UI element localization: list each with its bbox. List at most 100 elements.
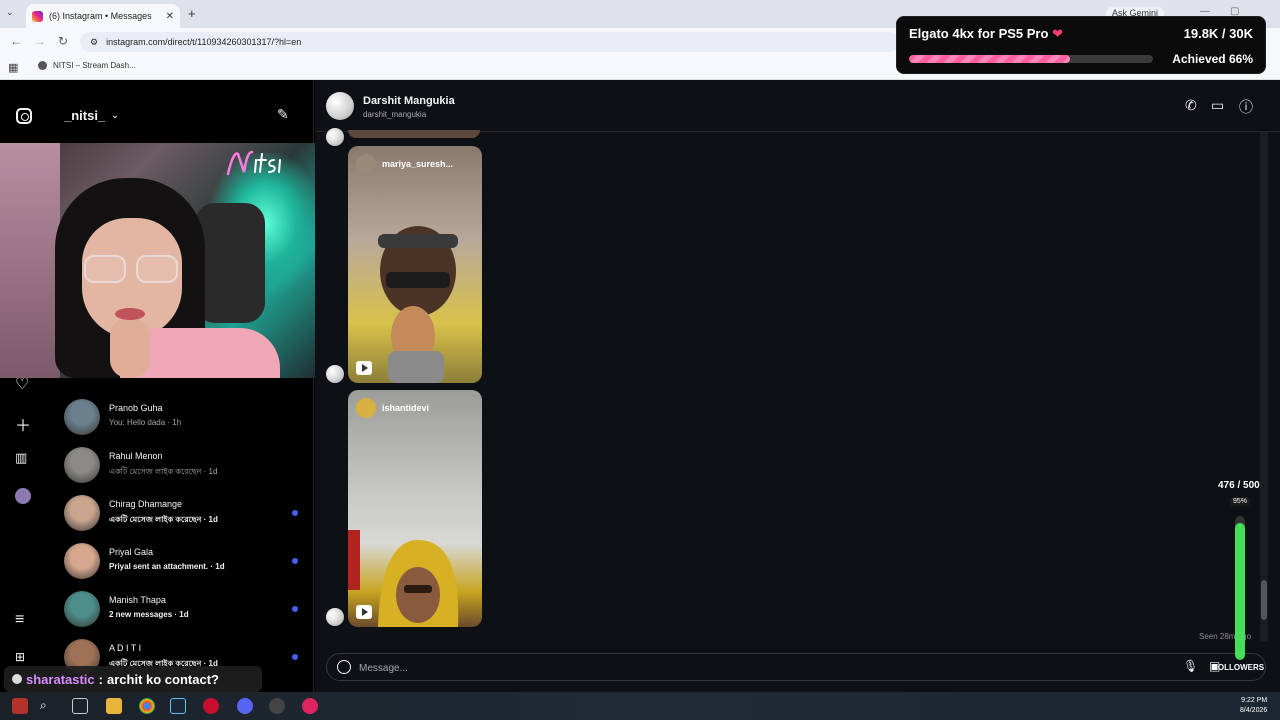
conversation-row[interactable]: Pranob Guha You: Hello dada · 1h [64,397,304,437]
video-call-icon[interactable]: ▭ [1211,97,1224,114]
tab-search-icon[interactable]: ⌄ [6,7,20,21]
windows-taskbar [0,692,1280,720]
contact-name: Manish Thapa [109,595,166,605]
tab-instagram[interactable]: (6) Instagram • Messages ✕ [26,4,180,28]
reel-header: ishantidevi [356,398,429,418]
site-info-icon[interactable]: ⚙ [90,37,98,48]
chat-header [315,80,1280,132]
bookmark-nitsi[interactable]: NITSI – Stream Dash... [38,61,136,70]
message-preview: একটি মেসেজ লাইক করেছেন · 1d [109,467,218,476]
audio-call-icon[interactable]: ✆ [1185,97,1197,114]
streamer-app-icon[interactable] [12,698,28,714]
contact-avatar [64,495,100,531]
message-preview: You: Hello dada · 1h [109,418,182,427]
goal-count: 19.8K / 30K [1183,26,1253,41]
scrollbar-thumb[interactable] [1261,580,1267,620]
profile-avatar[interactable] [15,488,31,504]
chat-contact-avatar[interactable] [326,92,354,120]
steam-icon[interactable] [170,698,186,714]
message-composer: 🎙 ▣ [326,653,1266,681]
clock-time: 9:22 PM [1241,697,1268,704]
message-preview: 2 new messages · 1d [109,610,189,619]
contact-name: Priyal Gala [109,547,154,557]
reel-author-avatar [356,154,376,174]
sender-avatar [326,128,344,146]
globe-icon [38,61,47,70]
new-message-icon[interactable]: ✎ [277,106,289,123]
chat-scrollbar[interactable] [1260,132,1268,642]
message-preview: Priyal sent an attachment. · 1d [109,562,225,571]
create-plus-icon[interactable]: ＋ [15,412,31,436]
opera-icon[interactable] [203,698,219,714]
contact-name: Chirag Dhamange [109,499,183,509]
shared-reel[interactable]: ishantidevi [348,390,482,627]
url-field[interactable]: ⚙ instagram.com/direct/t/110934260301317… [80,32,900,52]
webcam-hand [110,318,150,378]
chat-badge-icon [12,674,22,684]
followers-label: FOLLOWERS [1213,663,1265,672]
webcam-chair [195,203,265,323]
chat-separator: : [98,671,103,687]
conversation-info-icon[interactable]: ⓘ [1239,97,1253,117]
goal-title: Elgato 4kx for PS5 Pro [909,26,1049,41]
chat-contact-username: darshit_mangukia [363,110,427,119]
search-icon[interactable]: ⌕ [40,698,56,714]
system-clock[interactable]: 9:22 PM 8/4/2026 [1240,696,1267,716]
webcam-background [0,143,60,378]
instagram-favicon-icon [32,10,43,22]
stream-chat-message: sharatastic : archit ko contact? [4,666,262,692]
obs-icon[interactable] [269,698,285,714]
followers-percent: 95% [1230,497,1251,506]
reel-thumbnail [378,226,458,383]
goal-title-row: Elgato 4kx for PS5 Pro ❤ [909,26,1063,42]
contact-avatar [64,447,100,483]
chat-text: archit ko contact? [107,671,219,687]
reel-header: mariya_suresh... [356,154,453,174]
webcam-lips [115,308,145,320]
new-tab-button[interactable]: + [188,6,196,21]
previous-reel-edge[interactable] [348,130,480,138]
discord-icon[interactable] [237,698,253,714]
also-from-meta-icon[interactable]: ⊞ [15,650,25,664]
chrome-icon[interactable] [139,698,155,714]
task-view-icon[interactable] [72,698,88,714]
clock-date: 8/4/2026 [1240,707,1268,714]
goal-progress-fill [909,55,1071,63]
sender-avatar [326,365,344,383]
conversation-row[interactable]: Chirag Dhamange একটি মেসেজ লাইক করেছেন · … [64,493,304,533]
unread-dot [292,558,298,564]
dashboard-icon[interactable]: ▥ [15,450,27,466]
contact-name: Pranob Guha [109,403,163,413]
streamlabs-icon[interactable] [302,698,318,714]
shared-reel[interactable]: mariya_suresh... [348,146,482,383]
unread-dot [292,654,298,660]
tab-close-icon[interactable]: ✕ [166,11,174,22]
contact-avatar [64,399,100,435]
message-input[interactable] [359,658,1159,678]
nitsi-neon-logo [226,150,281,176]
reel-play-icon [356,605,372,619]
followers-progress-bar [1235,516,1245,660]
chat-username: sharatastic [26,671,95,687]
chat-contact-name[interactable]: Darshit Mangukia [363,95,455,107]
donation-goal-overlay: Elgato 4kx for PS5 Pro ❤ 19.8K / 30K Ach… [896,16,1266,74]
instagram-logo-icon[interactable] [16,108,32,124]
reel-author-name: mariya_suresh... [382,159,454,169]
reel-play-icon [356,361,372,375]
apps-grid-icon[interactable]: ▦ [8,61,18,74]
account-switcher[interactable]: _nitsi_ ⌄ [64,108,119,123]
forward-icon[interactable]: → [34,34,46,48]
reel-thumbnail [348,530,459,627]
conversation-row[interactable]: Priyal Gala Priyal sent an attachment. · … [64,541,304,581]
reload-icon[interactable]: ↻ [58,34,68,48]
screen: ⌄ (6) Instagram • Messages ✕ + Ask Gemin… [0,0,1280,720]
back-icon[interactable]: ← [10,34,22,48]
unread-dot [292,510,298,516]
conversation-row[interactable]: Manish Thapa 2 new messages · 1d [64,589,304,629]
emoji-icon[interactable] [337,660,351,674]
more-menu-icon[interactable]: ≡ [15,611,24,629]
microphone-icon[interactable]: 🎙 [1183,659,1198,673]
conversation-row[interactable]: Rahul Menon একটি মেসেজ লাইক করেছেন · 1d [64,445,304,485]
file-explorer-icon[interactable] [106,698,122,714]
bookmark-label: NITSI – Stream Dash... [53,61,136,70]
